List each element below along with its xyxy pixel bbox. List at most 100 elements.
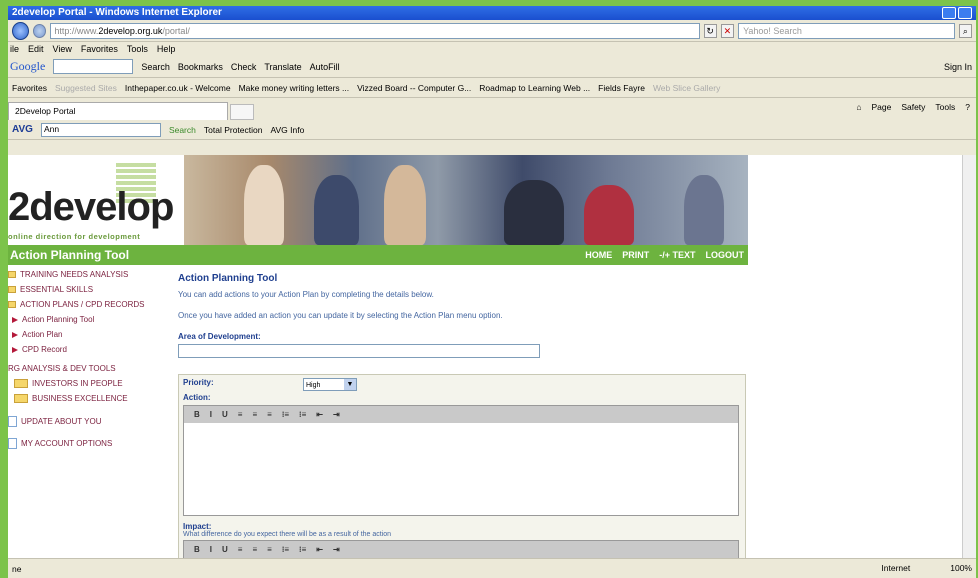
google-translate-button[interactable]: Translate [264,62,301,72]
outdent-button[interactable]: ⇤ [316,545,323,554]
italic-button[interactable]: I [210,545,212,554]
avg-field[interactable]: Ann [40,122,161,137]
impact-editor-toolbar: B I U ≡ ≡ ≡ ⁝≡ ⁝≡ ⇤ ⇥ [184,541,738,558]
vertical-scrollbar[interactable] [962,155,976,558]
fav-web-slice[interactable]: Web Slice Gallery [653,83,720,93]
action-label: Action: [183,393,211,402]
page-menu[interactable]: Page [871,102,891,112]
avg-info-button[interactable]: AVG Info [270,125,304,135]
forward-button[interactable] [33,23,47,38]
help-icon[interactable]: ? [965,102,970,112]
url-field[interactable]: http://www. 2develop.org.uk/portal/ [50,22,700,39]
menu-help[interactable]: Help [157,42,176,56]
align-right-button[interactable]: ≡ [267,545,272,554]
chevron-down-icon: ▼ [344,379,356,390]
favorites-button[interactable]: Favorites [12,83,47,93]
numbered-list-button[interactable]: ⁝≡ [282,545,289,554]
sidebar-item-tna[interactable]: TRAINING NEEDS ANALYSIS [8,267,173,282]
bullet-icon [8,286,16,293]
avg-search-button[interactable]: Search [169,125,196,135]
outdent-button[interactable]: ⇤ [316,410,323,419]
site-logo[interactable]: 2develop [8,185,174,230]
indent-button[interactable]: ⇥ [333,545,340,554]
fav-make-money[interactable]: Make money writing letters ... [239,83,350,93]
fav-roadmap[interactable]: Roadmap to Learning Web ... [479,83,590,93]
priority-select[interactable]: High ▼ [303,378,357,391]
back-button[interactable] [12,21,30,40]
menu-file[interactable]: ile [10,42,19,56]
tool-title-bar: Action Planning Tool HOME PRINT -/+ TEXT… [8,245,748,265]
bullet-icon [8,271,16,278]
align-center-button[interactable]: ≡ [252,410,257,419]
search-input[interactable]: Yahoo! Search [738,22,955,39]
tab-2develop[interactable]: 2Develop Portal [8,102,228,120]
refresh-icon[interactable]: ↻ [703,23,717,38]
align-left-button[interactable]: ≡ [238,410,243,419]
avg-protection-button[interactable]: Total Protection [204,125,263,135]
bullet-list-button[interactable]: ⁝≡ [299,545,306,554]
text-size-link[interactable]: -/+ TEXT [659,245,695,265]
bold-button[interactable]: B [194,410,200,419]
google-toolbar: Google Search Bookmarks Check Translate … [8,56,976,78]
sidebar-item-action-plans[interactable]: ACTION PLANS / CPD RECORDS [8,297,173,312]
action-editor[interactable]: B I U ≡ ≡ ≡ ⁝≡ ⁝≡ ⇤ ⇥ [183,405,739,516]
print-link[interactable]: PRINT [622,245,649,265]
intro-text-2: Once you have added an action you can up… [178,311,503,320]
sidebar-item-action-plan[interactable]: Action Plan [8,327,173,342]
banner-photo [184,155,748,245]
italic-button[interactable]: I [210,410,212,419]
area-label: Area of Development: [178,332,261,341]
action-text-area[interactable] [184,423,738,515]
align-right-button[interactable]: ≡ [267,410,272,419]
sidebar-item-investors[interactable]: INVESTORS IN PEOPLE [8,376,173,391]
new-tab-button[interactable] [230,104,254,120]
zoom-level[interactable]: 100% [950,563,972,573]
google-bookmarks-button[interactable]: Bookmarks [178,62,223,72]
underline-button[interactable]: U [222,545,228,554]
tab-row: 2Develop Portal ⌂ Page Safety Tools ? [8,98,976,120]
indent-button[interactable]: ⇥ [333,410,340,419]
sidebar-item-my-account[interactable]: MY ACCOUNT OPTIONS [8,434,173,452]
sidebar-item-essential-skills[interactable]: ESSENTIAL SKILLS [8,282,173,297]
align-center-button[interactable]: ≡ [252,545,257,554]
fav-inthepaper[interactable]: Inthepaper.co.uk - Welcome [125,83,231,93]
tools-menu[interactable]: Tools [935,102,955,112]
google-search-button[interactable]: Search [141,62,170,72]
numbered-list-button[interactable]: ⁝≡ [282,410,289,419]
address-bar: http://www. 2develop.org.uk/portal/ ↻ ✕ Y… [8,20,976,42]
page-margin [748,155,976,558]
home-icon[interactable]: ⌂ [856,102,861,112]
impact-label: Impact: [183,522,212,531]
home-link[interactable]: HOME [585,245,612,265]
sidebar-group-org-analysis[interactable]: RG ANALYSIS & DEV TOOLS [8,361,173,376]
google-search-input[interactable] [53,59,134,74]
menu-view[interactable]: View [53,42,72,56]
status-text: ne [12,563,22,574]
sidebar-item-cpd-record[interactable]: CPD Record [8,342,173,357]
fav-suggested-sites[interactable]: Suggested Sites [55,83,117,93]
align-left-button[interactable]: ≡ [238,545,243,554]
menu-tools[interactable]: Tools [127,42,148,56]
logout-link[interactable]: LOGOUT [706,245,745,265]
menu-favorites[interactable]: Favorites [81,42,118,56]
bullet-list-button[interactable]: ⁝≡ [299,410,306,419]
sidebar-item-update-about-you[interactable]: UPDATE ABOUT YOU [8,412,173,430]
google-check-button[interactable]: Check [231,62,257,72]
google-signin-link[interactable]: Sign In [944,62,972,72]
impact-editor[interactable]: B I U ≡ ≡ ≡ ⁝≡ ⁝≡ ⇤ ⇥ [183,540,739,558]
search-icon[interactable]: ⌕ [958,23,972,38]
sidebar-item-business-excellence[interactable]: BUSINESS EXCELLENCE [8,391,173,406]
safety-menu[interactable]: Safety [901,102,925,112]
maximize-button[interactable] [958,7,972,19]
stop-icon[interactable]: ✕ [720,23,735,38]
menu-edit[interactable]: Edit [28,42,44,56]
minimize-button[interactable] [942,7,956,19]
fav-fields-fayre[interactable]: Fields Fayre [598,83,645,93]
fav-vizzed-board[interactable]: Vizzed Board -- Computer G... [357,83,471,93]
underline-button[interactable]: U [222,410,228,419]
area-of-development-input[interactable] [178,344,540,358]
avg-logo[interactable]: AVG [12,124,33,135]
google-autofill-button[interactable]: AutoFill [310,62,340,72]
bold-button[interactable]: B [194,545,200,554]
sidebar-item-action-planning-tool[interactable]: Action Planning Tool [8,312,173,327]
